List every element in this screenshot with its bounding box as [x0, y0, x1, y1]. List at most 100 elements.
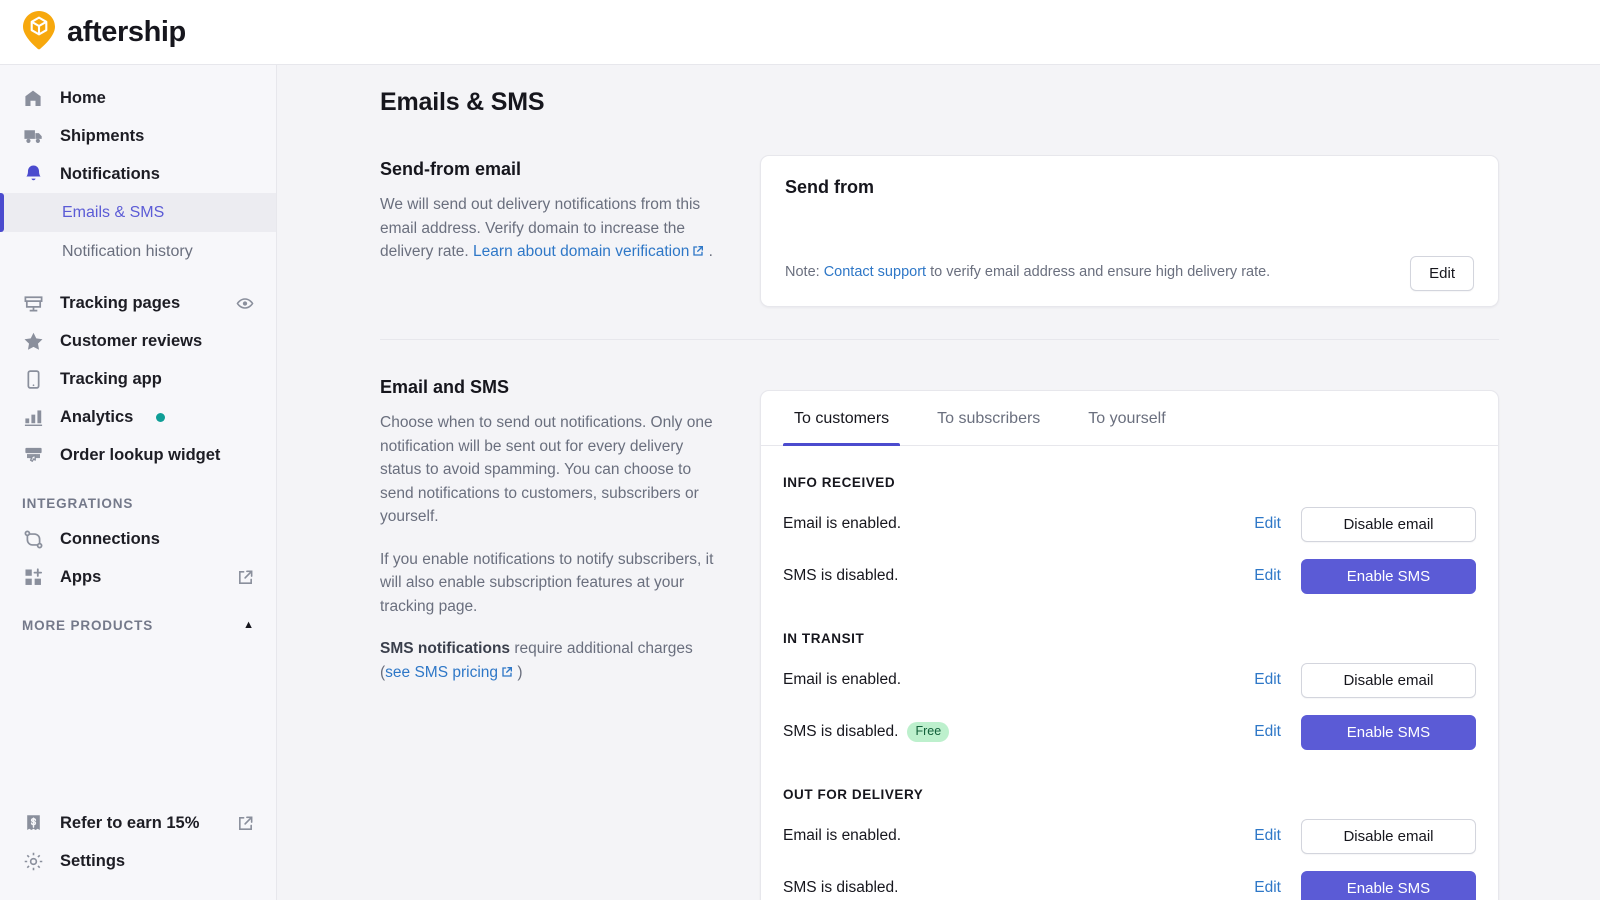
row-edit-link[interactable]: Edit: [1254, 515, 1281, 533]
note-prefix: Note:: [785, 264, 824, 280]
eye-icon[interactable]: [236, 294, 254, 312]
sidebar-item-label: Apps: [60, 568, 101, 587]
connections-icon: [22, 528, 44, 550]
main-content: Emails & SMS Send-from email We will sen…: [277, 65, 1600, 900]
enable-sms-button[interactable]: Enable SMS: [1301, 559, 1476, 594]
sidebar-item-tracking-pages[interactable]: Tracking pages: [0, 284, 276, 322]
status-label: SMS is disabled.: [783, 723, 898, 741]
sidebar-item-notification-history[interactable]: Notification history: [0, 232, 276, 271]
sidebar-item-label: Tracking app: [60, 370, 162, 389]
row-edit-link[interactable]: Edit: [1254, 567, 1281, 585]
order-lookup-icon: [22, 444, 44, 466]
status-row-text: Email is enabled.: [783, 827, 1254, 845]
status-label: Email is enabled.: [783, 671, 901, 689]
more-products-label: MORE PRODUCTS: [22, 618, 153, 633]
sidebar-item-label: Tracking pages: [60, 294, 180, 313]
sidebar-item-label: Refer to earn 15%: [60, 814, 199, 833]
learn-about-domain-verification-link[interactable]: Learn about domain verification: [473, 243, 704, 260]
sidebar-item-home[interactable]: Home: [0, 79, 276, 117]
send-from-heading: Send-from email: [380, 159, 722, 180]
status-row-text: Email is enabled.: [783, 671, 1254, 689]
sidebar-item-shipments[interactable]: Shipments: [0, 117, 276, 155]
disable-email-button[interactable]: Disable email: [1301, 507, 1476, 542]
tab-to-yourself[interactable]: To yourself: [1077, 391, 1176, 445]
star-icon: [22, 330, 44, 352]
send-from-card-column: Send from Note: Contact support to verif…: [760, 155, 1499, 307]
integrations-section-header: INTEGRATIONS: [0, 486, 276, 520]
email-and-sms-section: Email and SMS Choose when to send out no…: [380, 373, 1600, 900]
sidebar-item-connections[interactable]: Connections: [0, 520, 276, 558]
sidebar-item-refer-to-earn[interactable]: Refer to earn 15%: [0, 804, 276, 842]
note-suffix: to verify email address and ensure high …: [926, 264, 1270, 280]
external-link-icon: [692, 241, 704, 253]
status-group-out-for-delivery: OUT FOR DELIVERY Email is enabled. Edit …: [761, 758, 1498, 900]
collapse-chevron-up-icon[interactable]: ▲: [243, 620, 254, 631]
sidebar-subitem-label: Notification history: [62, 243, 193, 261]
status-row: Email is enabled. Edit Disable email: [783, 498, 1476, 550]
bar-chart-icon: [22, 406, 44, 428]
tab-to-subscribers[interactable]: To subscribers: [926, 391, 1051, 445]
row-edit-link[interactable]: Edit: [1254, 879, 1281, 897]
integrations-label: INTEGRATIONS: [22, 496, 133, 511]
row-edit-link[interactable]: Edit: [1254, 671, 1281, 689]
status-group-title: OUT FOR DELIVERY: [783, 758, 1476, 810]
sidebar-item-notifications[interactable]: Notifications: [0, 155, 276, 193]
sidebar-item-settings[interactable]: Settings: [0, 842, 276, 880]
page-title: Emails & SMS: [380, 88, 1600, 117]
sidebar-item-analytics[interactable]: Analytics: [0, 398, 276, 436]
sidebar-item-label: Connections: [60, 530, 160, 549]
truck-icon: [22, 125, 44, 147]
disable-email-button[interactable]: Disable email: [1301, 663, 1476, 698]
gear-icon: [22, 850, 44, 872]
status-group-info-received: INFO RECEIVED Email is enabled. Edit Dis…: [761, 446, 1498, 602]
external-link-icon[interactable]: [236, 814, 254, 832]
row-edit-link[interactable]: Edit: [1254, 827, 1281, 845]
send-from-description-tail: .: [704, 243, 713, 260]
status-row: Email is enabled. Edit Disable email: [783, 654, 1476, 706]
email-sms-description-column: Email and SMS Choose when to send out no…: [380, 373, 760, 900]
enable-sms-button[interactable]: Enable SMS: [1301, 715, 1476, 750]
sidebar-bottom-group: Refer to earn 15% Settings: [0, 804, 276, 880]
status-label: SMS is disabled.: [783, 879, 898, 897]
email-sms-heading: Email and SMS: [380, 377, 722, 398]
enable-sms-button[interactable]: Enable SMS: [1301, 871, 1476, 900]
send-from-card: Send from Note: Contact support to verif…: [760, 155, 1499, 307]
see-sms-pricing-link[interactable]: see SMS pricing: [385, 664, 513, 681]
status-group-title: IN TRANSIT: [783, 602, 1476, 654]
disable-email-button[interactable]: Disable email: [1301, 819, 1476, 854]
send-from-email-section: Send-from email We will send out deliver…: [380, 155, 1600, 307]
email-sms-paragraph-3: SMS notifications require additional cha…: [380, 637, 722, 684]
free-badge: Free: [907, 722, 949, 741]
aftership-pin-cube-logo: [22, 10, 56, 55]
sidebar-spacer: [0, 271, 276, 284]
sidebar-item-apps[interactable]: Apps: [0, 558, 276, 596]
row-edit-link[interactable]: Edit: [1254, 723, 1281, 741]
email-sms-paragraph-1: Choose when to send out notifications. O…: [380, 411, 722, 529]
send-from-description: We will send out delivery notifications …: [380, 193, 722, 264]
status-row: Email is enabled. Edit Disable email: [783, 810, 1476, 862]
more-products-section-header[interactable]: MORE PRODUCTS ▲: [0, 608, 276, 642]
status-label: Email is enabled.: [783, 515, 901, 533]
contact-support-link[interactable]: Contact support: [824, 264, 926, 280]
external-link-icon[interactable]: [236, 568, 254, 586]
email-sms-card-column: To customers To subscribers To yourself …: [760, 373, 1499, 900]
sidebar-item-tracking-app[interactable]: Tracking app: [0, 360, 276, 398]
analytics-new-dot-badge: [156, 413, 165, 422]
storefront-icon: [22, 292, 44, 314]
sidebar-item-customer-reviews[interactable]: Customer reviews: [0, 322, 276, 360]
top-bar: aftership: [0, 0, 1600, 65]
sidebar-item-emails-sms[interactable]: Emails & SMS: [0, 193, 276, 232]
sms-pricing-label: see SMS pricing: [385, 664, 498, 681]
status-row-text: SMS is disabled. Free: [783, 722, 1254, 741]
status-row: SMS is disabled. Edit Enable SMS: [783, 550, 1476, 602]
brand-logo[interactable]: aftership: [22, 10, 186, 55]
sidebar-item-label: Analytics: [60, 408, 133, 427]
sidebar-item-order-lookup-widget[interactable]: Order lookup widget: [0, 436, 276, 474]
sms-paragraph-end: ): [513, 664, 522, 681]
tab-to-customers[interactable]: To customers: [783, 391, 900, 445]
send-from-edit-button[interactable]: Edit: [1410, 256, 1474, 291]
send-from-card-title: Send from: [785, 177, 1474, 198]
bell-icon: [22, 163, 44, 185]
mobile-icon: [22, 368, 44, 390]
status-label: SMS is disabled.: [783, 567, 898, 585]
